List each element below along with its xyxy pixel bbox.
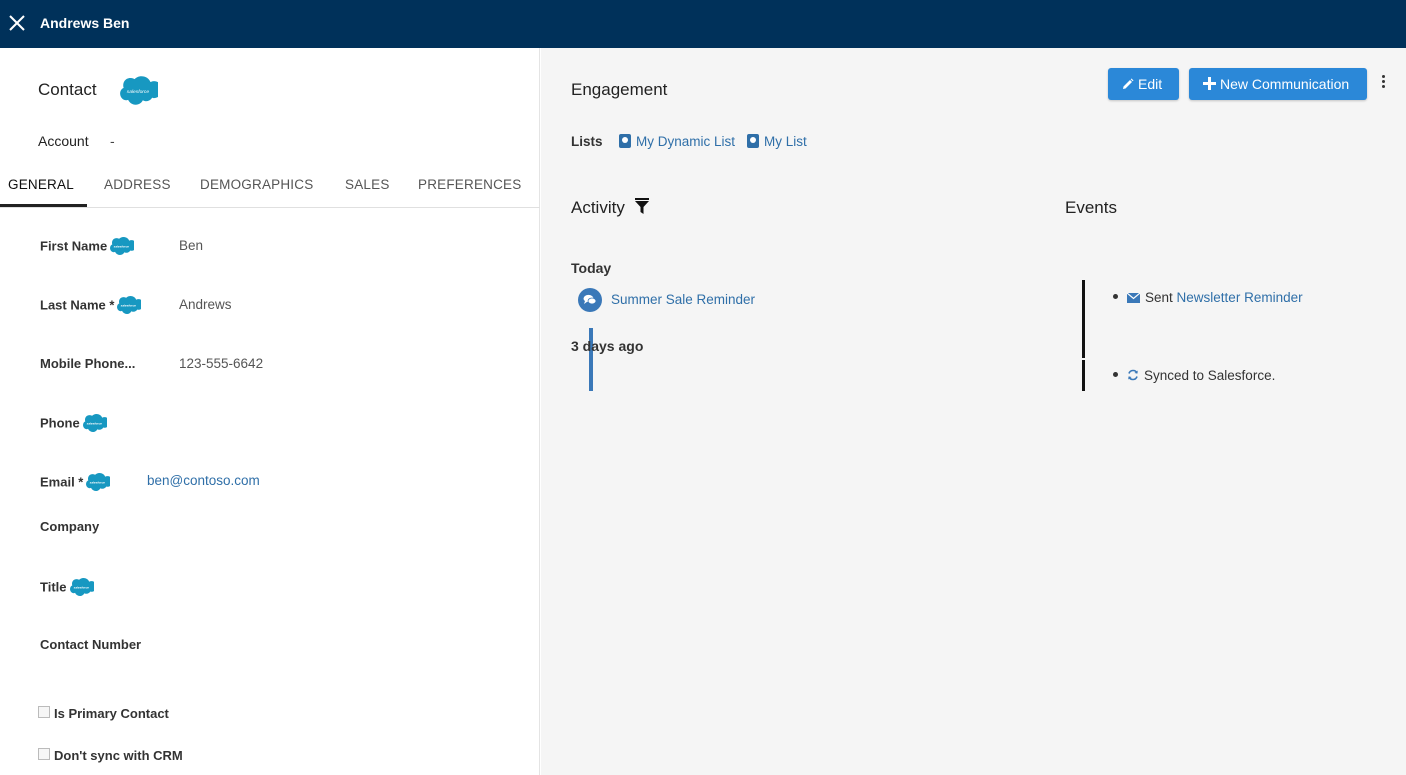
sync-icon — [1128, 369, 1138, 381]
contact-heading: Contact — [38, 80, 97, 99]
phone-label: Phone — [40, 415, 107, 433]
lists-label: Lists — [571, 134, 603, 149]
list-link-label: My Dynamic List — [636, 134, 736, 149]
list-link-dynamic[interactable]: My Dynamic List — [619, 134, 735, 149]
tab-preferences[interactable]: PREFERENCES — [418, 177, 521, 207]
salesforce-icon — [81, 414, 107, 432]
events-timeline-line — [1082, 360, 1085, 391]
tab-demographics[interactable]: DEMOGRAPHICS — [200, 177, 313, 207]
is-primary-contact-row: Is Primary Contact — [38, 706, 169, 721]
email-link[interactable]: ben@contoso.com — [147, 473, 260, 488]
event-bullet — [1113, 372, 1118, 377]
event-link[interactable]: Newsletter Reminder — [1177, 290, 1303, 305]
account-value: - — [110, 133, 115, 149]
activity-group-today: Today — [571, 260, 612, 276]
dont-sync-row: Don't sync with CRM — [38, 748, 183, 763]
email-label: Email * — [40, 474, 110, 492]
events-heading: Events — [1065, 198, 1117, 217]
contact-list-icon — [619, 134, 631, 148]
contact-number-label: Contact Number — [40, 637, 142, 652]
edit-button[interactable]: Edit — [1108, 68, 1179, 100]
engagement-heading: Engagement — [571, 80, 668, 99]
envelope-icon — [1127, 293, 1140, 303]
record-title: Andrews Ben — [40, 15, 130, 31]
tab-sales[interactable]: SALES — [345, 177, 390, 207]
last-name-label-text: Last Name * — [40, 297, 115, 313]
contact-tabs: GENERAL ADDRESS DEMOGRAPHICS SALES PREFE… — [0, 168, 540, 208]
new-communication-label: New Communication — [1220, 76, 1350, 92]
salesforce-icon — [68, 578, 94, 596]
activity-link: Summer Sale Reminder — [611, 292, 756, 307]
is-primary-contact-label: Is Primary Contact — [54, 706, 169, 721]
contact-list-icon — [747, 134, 759, 148]
chat-bubble-icon — [583, 294, 597, 305]
list-link-my-list[interactable]: My List — [747, 134, 807, 149]
activity-group-3-days-ago: 3 days ago — [571, 338, 644, 354]
active-tab-indicator — [0, 204, 87, 207]
contact-panel: Contact Account - GENERAL ADDRESS DEMOGR… — [0, 48, 540, 775]
title-label-text: Title — [40, 579, 67, 595]
salesforce-icon — [108, 237, 134, 255]
email-label-text: Email * — [40, 474, 84, 490]
is-primary-contact-checkbox[interactable] — [38, 706, 50, 718]
last-name-label: Last Name * — [40, 297, 141, 315]
more-options-icon[interactable] — [1379, 75, 1387, 93]
mobile-phone-label: Mobile Phone... — [40, 356, 136, 371]
first-name-label: First Name — [40, 238, 134, 256]
new-communication-button[interactable]: New Communication — [1189, 68, 1367, 100]
tab-address[interactable]: ADDRESS — [104, 177, 171, 207]
event-item-synced: Synced to Salesforce. — [1113, 368, 1275, 383]
salesforce-logo-icon — [117, 76, 158, 105]
top-bar: Andrews Ben — [0, 0, 1406, 48]
event-text: Synced to Salesforce. — [1144, 368, 1276, 383]
salesforce-icon — [115, 296, 141, 314]
first-name-value[interactable]: Ben — [179, 238, 203, 253]
close-icon[interactable] — [7, 13, 27, 33]
list-link-label: My List — [764, 134, 807, 149]
activity-heading: Activity — [571, 198, 625, 217]
mobile-phone-value[interactable]: 123-555-6642 — [179, 356, 263, 371]
title-label: Title — [40, 579, 94, 597]
dont-sync-checkbox[interactable] — [38, 748, 50, 760]
last-name-value[interactable]: Andrews — [179, 297, 232, 312]
pencil-icon — [1123, 78, 1134, 89]
dont-sync-label: Don't sync with CRM — [54, 748, 183, 763]
plus-icon — [1203, 77, 1216, 90]
events-timeline-line — [1082, 280, 1085, 358]
salesforce-icon — [84, 473, 110, 491]
phone-label-text: Phone — [40, 415, 80, 431]
edit-button-label: Edit — [1138, 76, 1163, 92]
account-label: Account — [38, 133, 89, 149]
event-prefix: Sent — [1145, 290, 1173, 305]
event-bullet — [1113, 294, 1118, 299]
activity-icon-bubble — [578, 288, 602, 312]
first-name-label-text: First Name — [40, 238, 108, 254]
company-label: Company — [40, 519, 100, 534]
tab-general[interactable]: GENERAL — [8, 177, 74, 207]
event-item-sent: Sent Newsletter Reminder — [1113, 290, 1303, 305]
engagement-panel: Engagement Edit New Communication Lists … — [541, 48, 1406, 775]
filter-icon[interactable] — [635, 198, 649, 215]
